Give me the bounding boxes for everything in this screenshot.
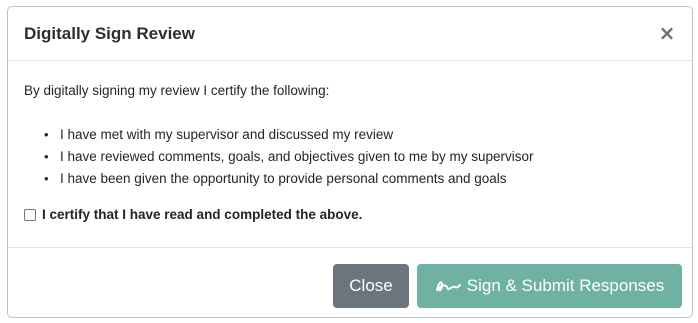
modal-header: Digitally Sign Review × bbox=[8, 7, 692, 61]
certify-checkbox-row[interactable]: I certify that I have read and completed… bbox=[24, 207, 362, 222]
page-backdrop: Digitally Sign Review × By digitally sig… bbox=[0, 0, 698, 323]
list-item-text: I have been given the opportunity to pro… bbox=[60, 171, 507, 186]
list-item-text: I have reviewed comments, goals, and obj… bbox=[60, 149, 534, 164]
sign-review-modal: Digitally Sign Review × By digitally sig… bbox=[7, 6, 693, 318]
list-item-text: I have met with my supervisor and discus… bbox=[60, 127, 394, 142]
list-item: • I have reviewed comments, goals, and o… bbox=[44, 146, 534, 168]
bullet-icon: • bbox=[44, 127, 49, 142]
certification-list: • I have met with my supervisor and disc… bbox=[24, 124, 533, 190]
certify-checkbox[interactable] bbox=[24, 208, 36, 221]
signature-icon bbox=[435, 281, 461, 292]
close-icon[interactable]: × bbox=[656, 21, 678, 45]
list-item: • I have met with my supervisor and disc… bbox=[44, 124, 533, 146]
intro-text: By digitally signing my review I certify… bbox=[24, 83, 330, 98]
sign-submit-button[interactable]: Sign & Submit Responses bbox=[417, 264, 682, 308]
list-item: • I have been given the opportunity to p… bbox=[44, 168, 533, 190]
certify-label: I certify that I have read and completed… bbox=[42, 207, 363, 222]
close-button-label: Close bbox=[349, 276, 393, 295]
modal-footer: Close Sign & Submit Responses bbox=[8, 248, 692, 317]
sign-submit-label: Sign & Submit Responses bbox=[466, 276, 665, 295]
bullet-icon: • bbox=[44, 149, 49, 164]
bullet-icon: • bbox=[44, 171, 49, 186]
close-button[interactable]: Close bbox=[333, 264, 409, 308]
modal-title: Digitally Sign Review bbox=[24, 24, 195, 43]
modal-body: By digitally signing my review I certify… bbox=[8, 61, 692, 248]
